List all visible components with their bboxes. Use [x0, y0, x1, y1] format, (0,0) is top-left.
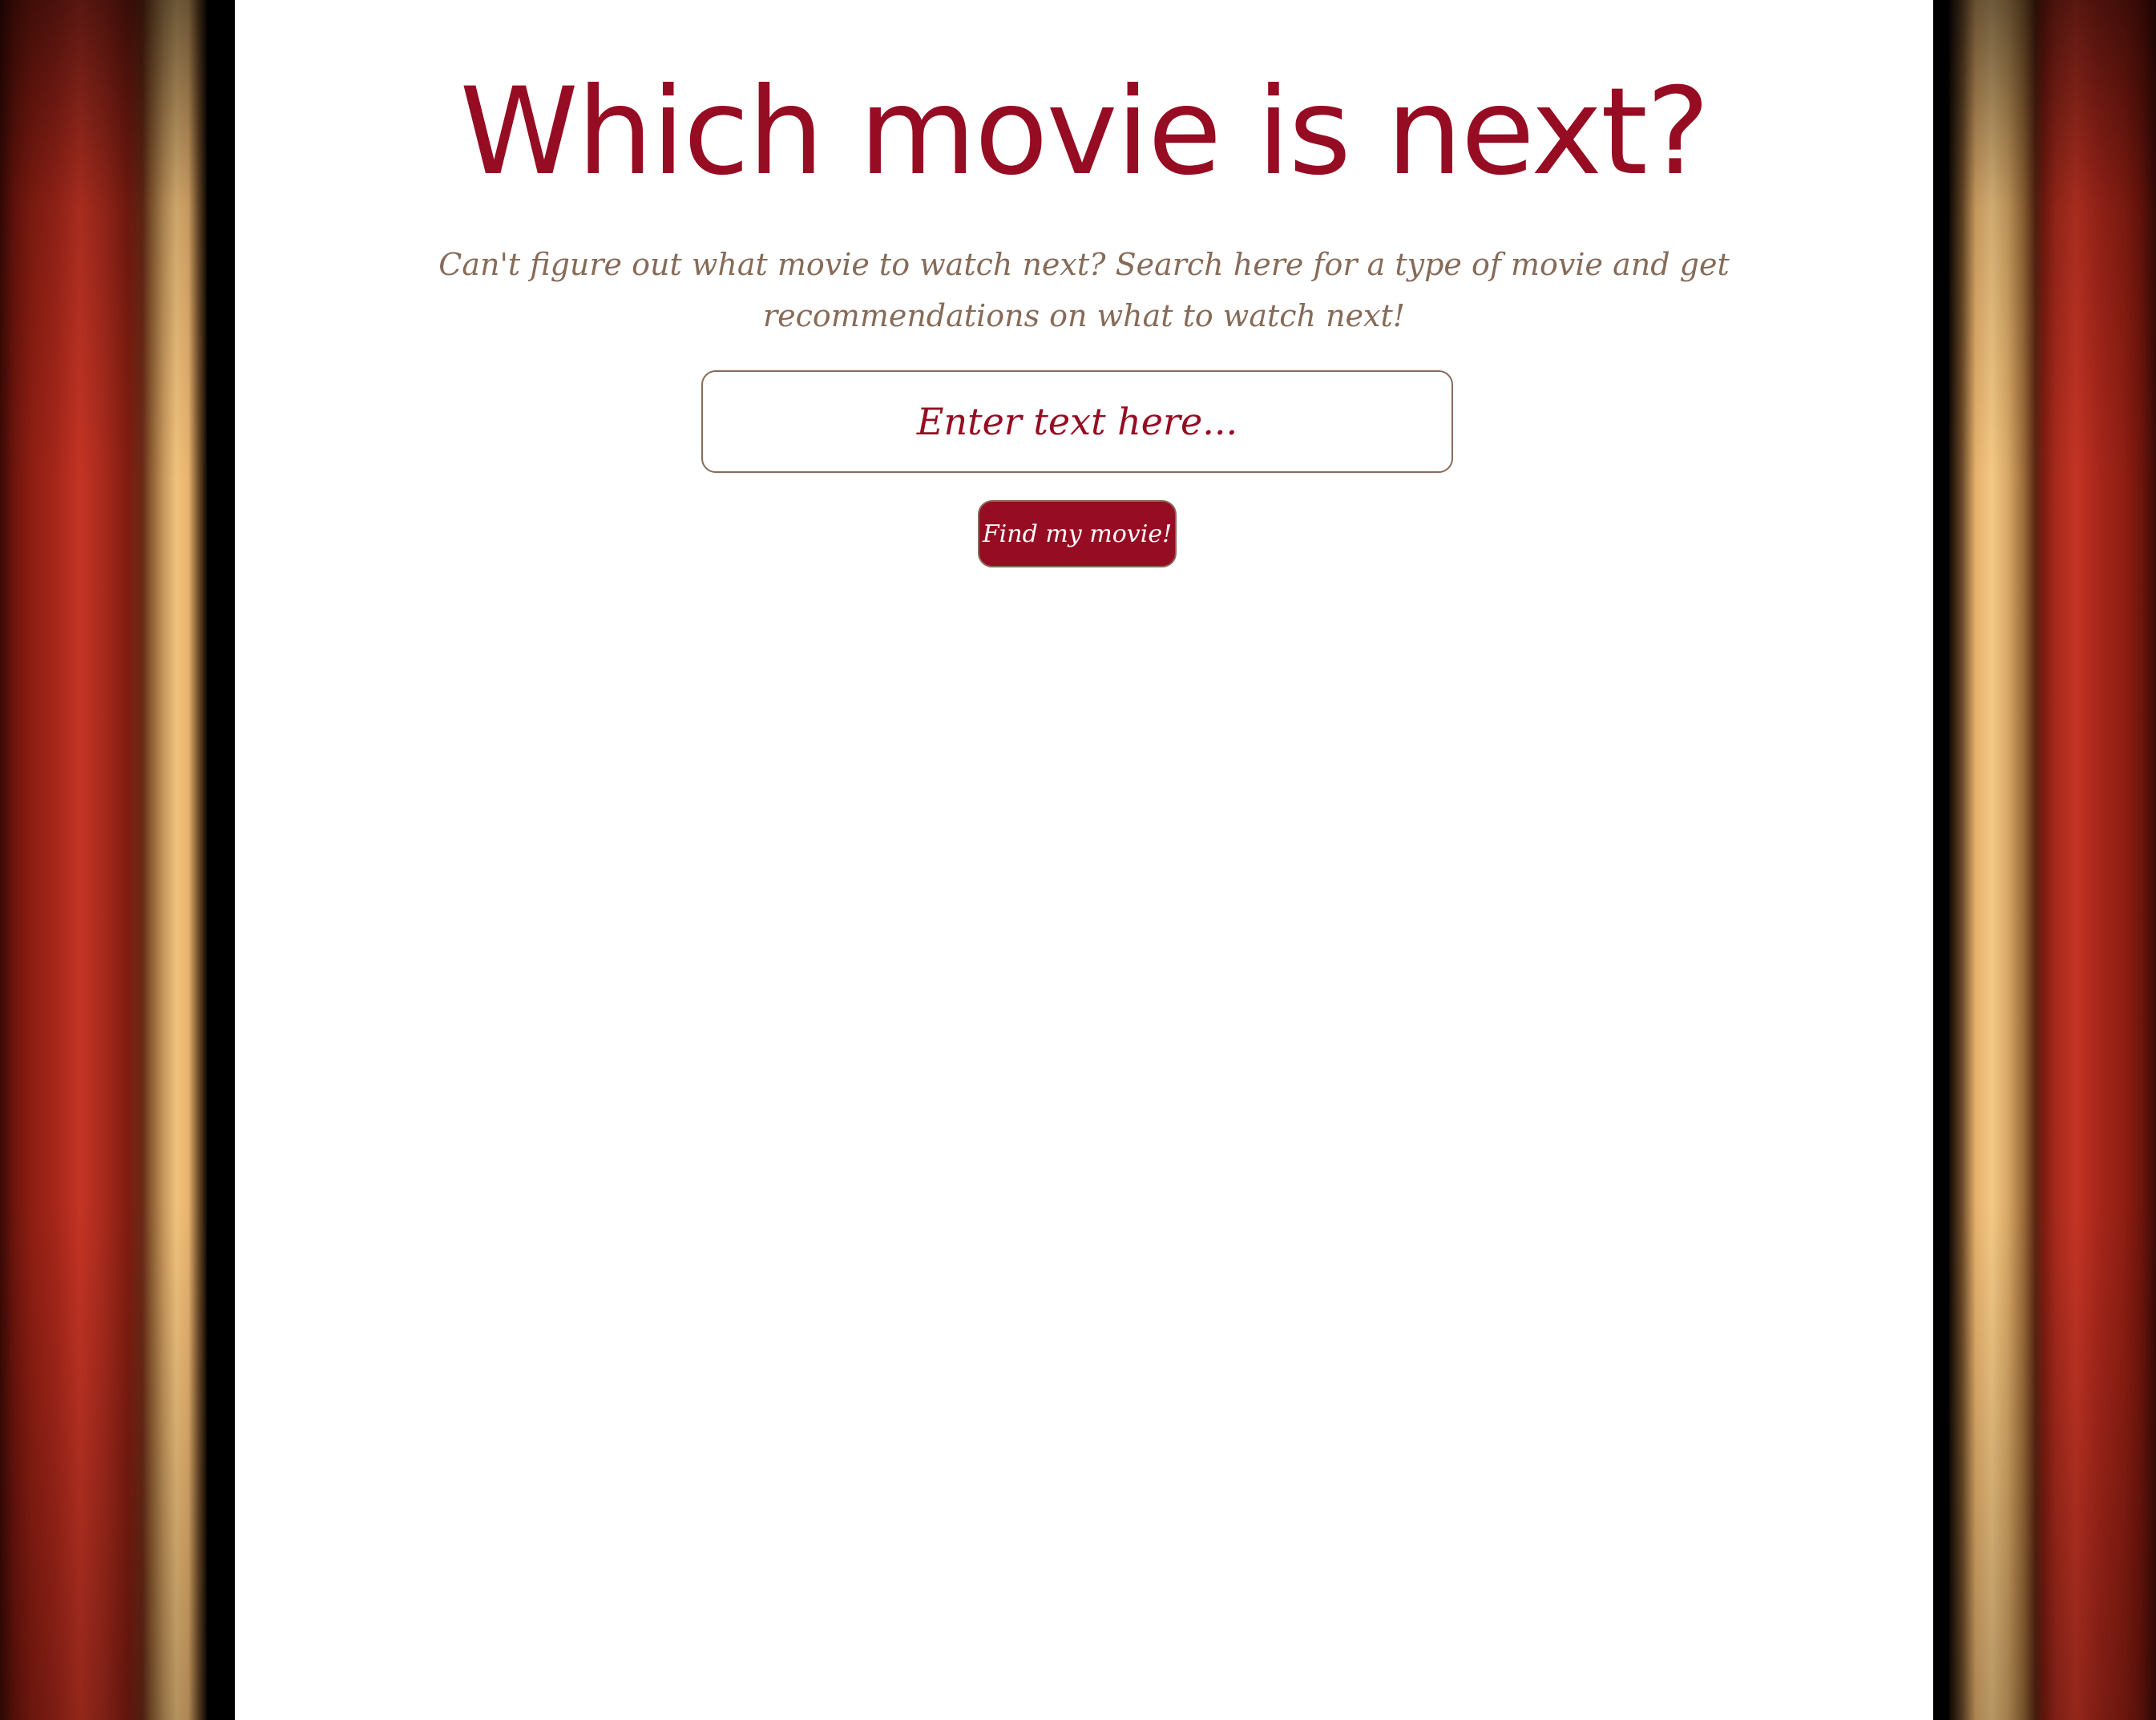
left-curtain	[0, 0, 207, 1720]
page-title: Which movie is next?	[459, 63, 1710, 202]
page-subtitle: Can't figure out what movie to watch nex…	[438, 247, 1730, 333]
search-input[interactable]	[701, 370, 1453, 473]
right-curtain	[1949, 0, 2156, 1720]
page: Which movie is next? Can't figure out wh…	[0, 0, 2156, 1720]
find-movie-button[interactable]: Find my movie!	[978, 500, 1177, 567]
main-panel: Which movie is next? Can't figure out wh…	[235, 0, 1933, 1720]
left-frame	[207, 0, 235, 1720]
